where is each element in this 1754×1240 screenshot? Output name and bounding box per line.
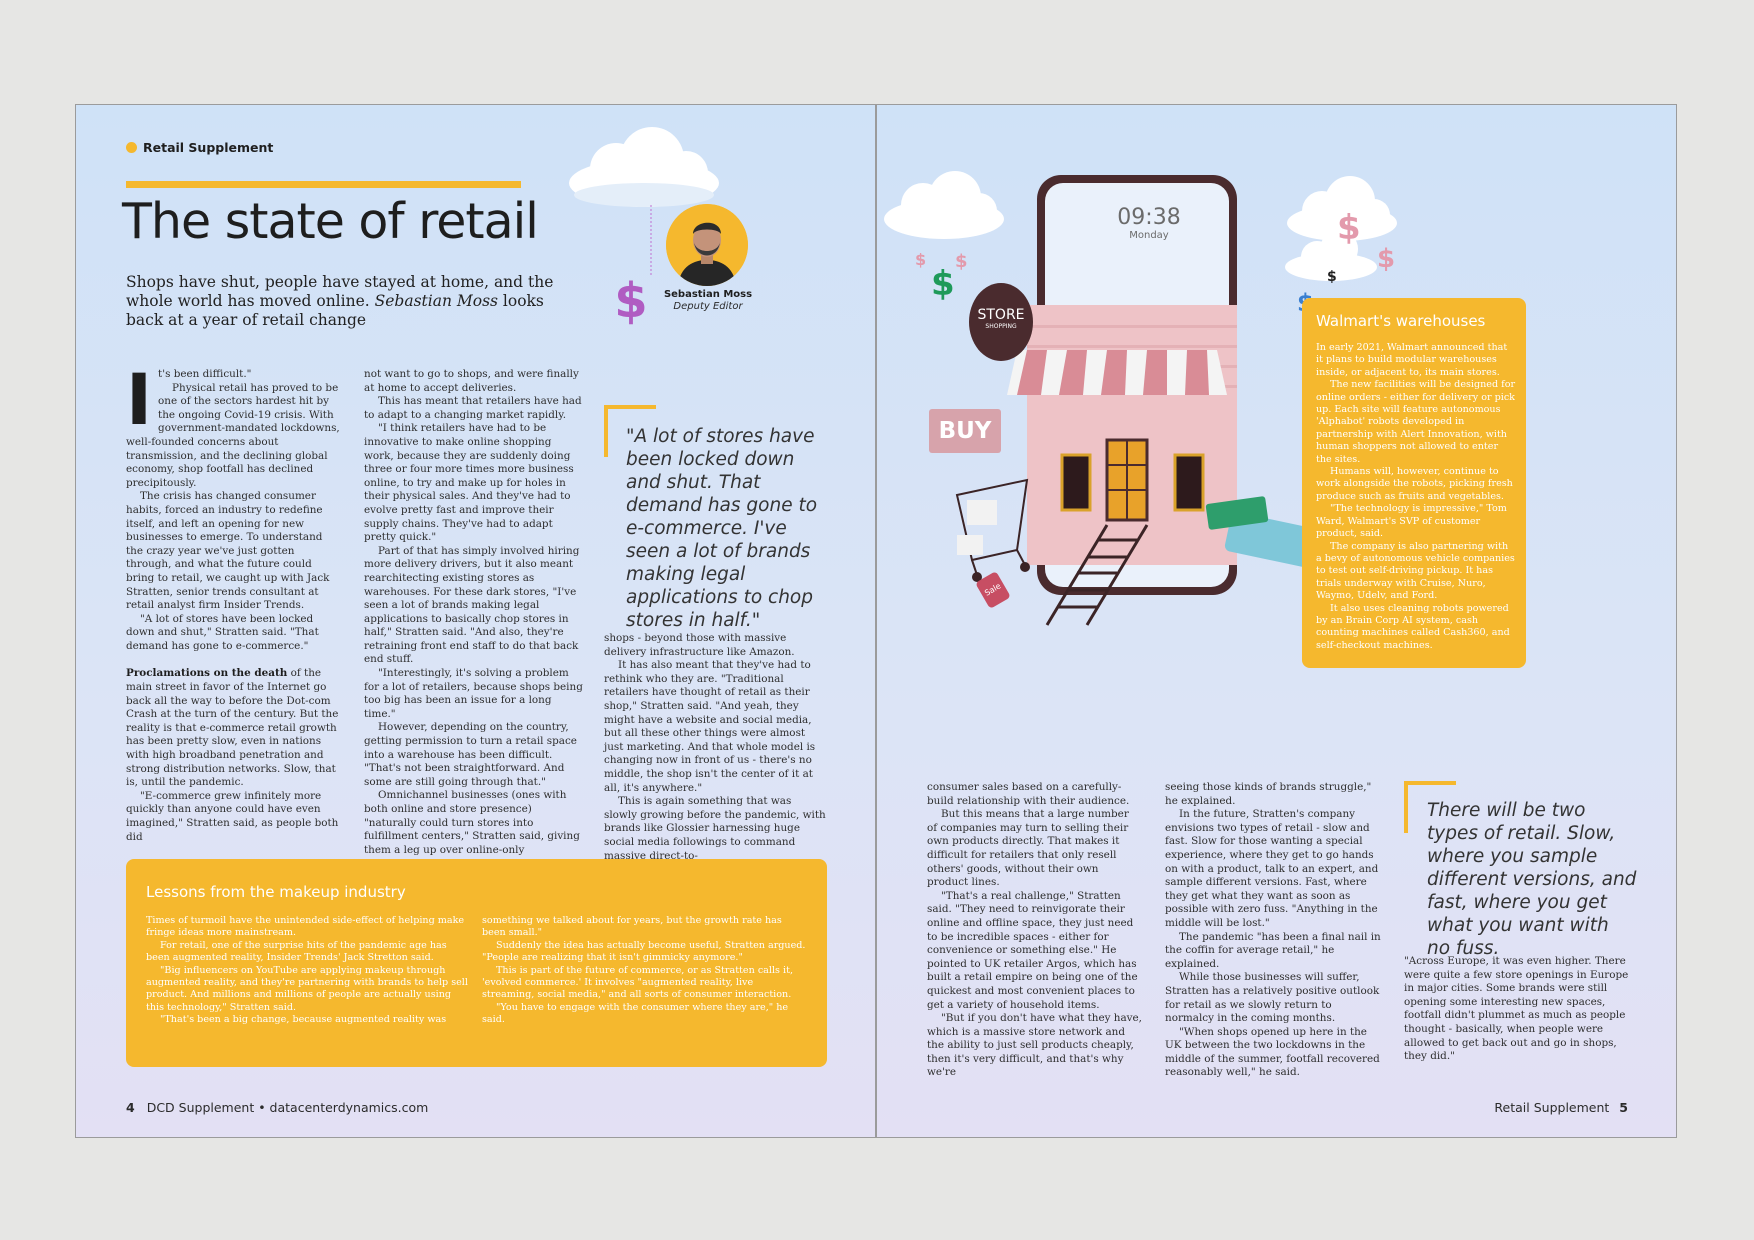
article-column-3: shops - beyond those with massive delive… <box>604 632 826 862</box>
pullquote: "A lot of stores have been locked down a… <box>626 426 818 631</box>
page-folio-left: 4 DCD Supplement • datacenterdynamics.com <box>126 1100 429 1115</box>
dollar-sign-icon: $ <box>614 273 647 327</box>
title-rule <box>126 181 521 188</box>
svg-text:$: $ <box>1377 244 1395 274</box>
drop-cap: I <box>126 359 153 441</box>
sidebar-box-makeup: Lessons from the makeup industry Times o… <box>126 859 827 1067</box>
author-credit: Sebastian Moss Deputy Editor <box>663 289 753 312</box>
article-column-1: I t's been difficult." Physical retail h… <box>126 359 340 843</box>
right-page: $ $ $ $ $ $ $ <box>876 104 1677 1138</box>
article-column-5: seeing those kinds of brands struggle," … <box>1165 781 1381 1079</box>
buy-sign: BUY <box>929 409 1001 453</box>
page-folio-right: Retail Supplement 5 <box>1494 1100 1628 1115</box>
page-title: The state of retail <box>122 193 539 250</box>
cloud-icon <box>569 127 719 207</box>
bullet-dot-icon <box>126 142 137 153</box>
pullquote: There will be two types of retail. Slow,… <box>1427 800 1637 959</box>
article-column-4: consumer sales based on a carefully-buil… <box>927 781 1142 1079</box>
svg-text:$: $ <box>614 273 647 327</box>
author-avatar <box>666 204 748 286</box>
article-column-6: "Across Europe, it was even higher. Ther… <box>1404 955 1629 1063</box>
box-body: In early 2021, Walmart announced that it… <box>1316 342 1516 651</box>
standfirst-author: Sebastian Moss <box>374 292 498 310</box>
left-page: Retail Supplement The state of retail Sh… <box>75 104 876 1138</box>
store-sign: STORE SHOPPING <box>969 283 1033 361</box>
box-column-2: something we talked about for years, but… <box>482 915 806 1026</box>
article-column-2: not want to go to shops, and were finall… <box>364 368 583 856</box>
sidebar-box-walmart: Walmart's warehouses In early 2021, Walm… <box>1302 298 1526 668</box>
section-kicker: Retail Supplement <box>126 140 273 155</box>
standfirst: Shops have shut, people have stayed at h… <box>126 273 554 329</box>
box-title: Lessons from the makeup industry <box>146 883 406 901</box>
box-column-1: Times of turmoil have the unintended sid… <box>146 915 468 1026</box>
phone-clock: 09:38 Monday <box>1117 205 1181 241</box>
box-title: Walmart's warehouses <box>1316 312 1486 330</box>
